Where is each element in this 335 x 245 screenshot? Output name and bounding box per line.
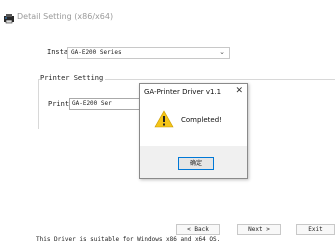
dialog-message: Completed! (181, 116, 222, 124)
install-module-value: GA-E200 Series (71, 49, 122, 56)
close-icon[interactable]: ✕ (235, 86, 243, 96)
back-button[interactable]: < Back (176, 224, 220, 235)
printer-setting-group-border-left (38, 79, 39, 129)
window-title: Detail Setting (x86/x64) (17, 12, 114, 21)
dialog-title-bar: GA-Printer Driver v1.1 ✕ (140, 84, 247, 100)
printer-name-value: GA-E200 Ser (72, 100, 112, 107)
exit-button[interactable]: Exit (296, 224, 335, 235)
chevron-down-icon: ⌄ (219, 48, 225, 56)
dialog-title: GA-Printer Driver v1.1 (144, 88, 222, 96)
next-button[interactable]: Next > (237, 224, 281, 235)
dialog-body: Completed! (140, 100, 247, 146)
title-bar: Detail Setting (x86/x64) (0, 0, 335, 34)
printer-setting-group-label: Printer Setting (40, 74, 106, 82)
footer-note: This Driver is suitable for Windows x86 … (36, 236, 221, 243)
detail-setting-window: Detail Setting (x86/x64) Install Module … (0, 0, 335, 245)
ok-button[interactable]: 确定 (178, 157, 214, 170)
printer-app-icon (4, 14, 14, 24)
completed-dialog: GA-Printer Driver v1.1 ✕ Completed! 确定 (139, 83, 248, 179)
warning-icon (154, 110, 174, 128)
install-module-select[interactable]: GA-E200 Series ⌄ (67, 47, 230, 59)
printer-name-input[interactable]: GA-E200 Ser (69, 98, 144, 110)
